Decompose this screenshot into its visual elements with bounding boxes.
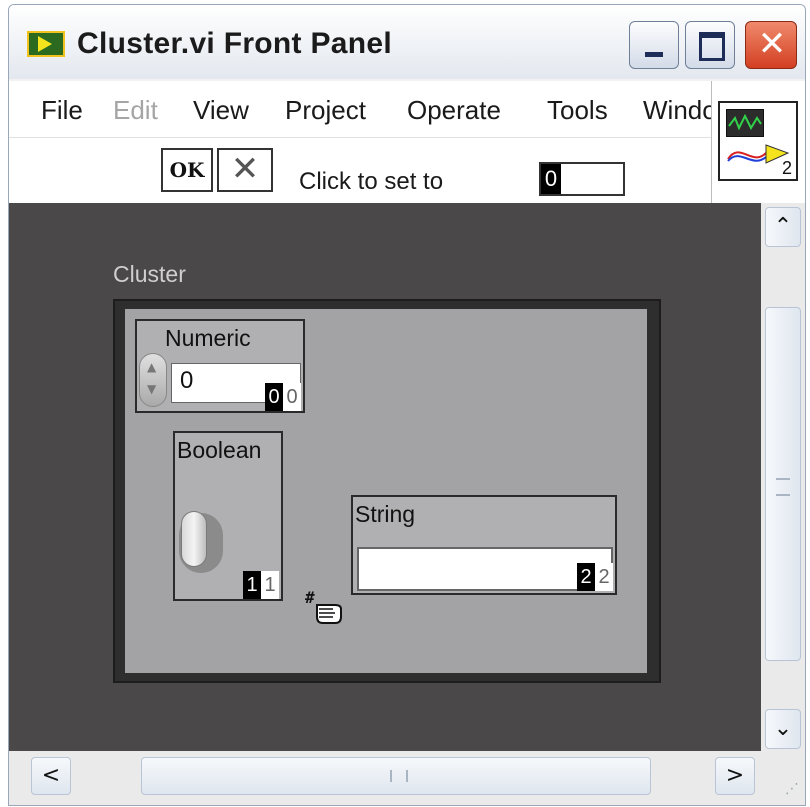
title-bar[interactable]: Cluster.vi Front Panel ✕ [9,5,805,79]
connector-pane: 2 [711,81,805,203]
spin-up-icon[interactable]: ▲ [147,360,156,374]
menu-bar: File Edit View Project Operate Tools Win… [9,81,711,137]
front-panel[interactable]: Cluster Numeric ▲ ▼ 0 00 Boolean 1 1 Str… [9,203,761,751]
boolean-control[interactable]: Boolean 11 [173,431,283,601]
menu-file[interactable]: File [41,95,83,126]
window-title: Cluster.vi Front Panel [77,27,393,60]
string-order-old: 2 [595,563,613,591]
vertical-scroll-thumb[interactable] [765,307,801,661]
horizontal-scrollbar[interactable]: < > [9,751,761,805]
string-label: String [355,501,416,527]
horizontal-scroll-thumb[interactable] [141,757,651,795]
tab-order-cursor-icon: # [305,588,342,624]
numeric-increment-spinner[interactable]: ▲ ▼ [139,353,167,407]
boolean-tab-order[interactable]: 11 [243,571,279,599]
cluster-body[interactable]: Numeric ▲ ▼ 0 00 Boolean 1 1 String 2 2 [125,309,647,673]
spin-down-icon[interactable]: ▼ [147,382,156,396]
cluster-label: Cluster [113,261,186,287]
menu-window[interactable]: Window [643,95,711,126]
numeric-order-current: 0 [265,383,283,411]
scroll-left-button[interactable]: < [31,757,71,795]
boolean-order-old: 1 [261,571,279,599]
numeric-label: Numeric [165,325,251,351]
grip-icon [390,770,408,782]
cancel-button[interactable]: ✕ [217,148,273,192]
scroll-down-button[interactable]: ⌄ [765,709,801,749]
svg-text:#: # [305,588,315,607]
boolean-order-current: 1 [243,571,261,599]
grip-icon [776,478,790,496]
scroll-up-button[interactable]: ⌃ [765,207,801,247]
string-control[interactable]: String 22 [351,495,617,595]
resize-grip-icon: ⋰ [785,781,799,797]
labview-vi-icon[interactable] [27,31,65,57]
click-to-set-label: Click to set to [299,168,444,195]
window: Cluster.vi Front Panel ✕ File Edit View … [8,4,806,806]
close-button[interactable]: ✕ [745,21,797,69]
resize-grip[interactable]: ⋰ [761,751,805,805]
menu-view[interactable]: View [193,95,249,126]
cluster-control[interactable]: Numeric ▲ ▼ 0 00 Boolean 1 1 String 2 2 [113,299,661,683]
string-input[interactable] [357,547,613,591]
string-order-current: 2 [577,563,595,591]
close-icon: ✕ [757,24,787,64]
set-to-field[interactable]: 0 [539,162,625,196]
toolbar: OK ✕ Click to set to 0 [9,137,711,204]
maximize-button[interactable] [685,21,735,69]
numeric-value: 0 [180,367,194,394]
vertical-scrollbar[interactable]: ⌃ ⌄ [761,203,805,751]
minimize-button[interactable] [629,21,679,69]
menu-operate[interactable]: Operate [407,95,501,126]
vi-connector-icon[interactable]: 2 [718,101,798,181]
boolean-label: Boolean [177,437,262,463]
minimize-icon [645,52,663,57]
numeric-order-old: 0 [283,383,301,411]
menu-tools[interactable]: Tools [547,95,608,126]
connector-number: 2 [781,158,792,178]
ok-button[interactable]: OK [161,148,213,192]
numeric-tab-order[interactable]: 00 [265,383,301,411]
maximize-icon [699,32,725,61]
toggle-switch[interactable] [181,511,207,567]
set-to-value: 0 [541,164,561,194]
scroll-right-button[interactable]: > [715,757,755,795]
string-tab-order[interactable]: 22 [577,563,613,591]
numeric-control[interactable]: Numeric ▲ ▼ 0 00 [135,319,305,413]
menu-project[interactable]: Project [285,95,366,126]
menu-edit[interactable]: Edit [113,95,158,126]
waveform-icon [726,109,764,137]
